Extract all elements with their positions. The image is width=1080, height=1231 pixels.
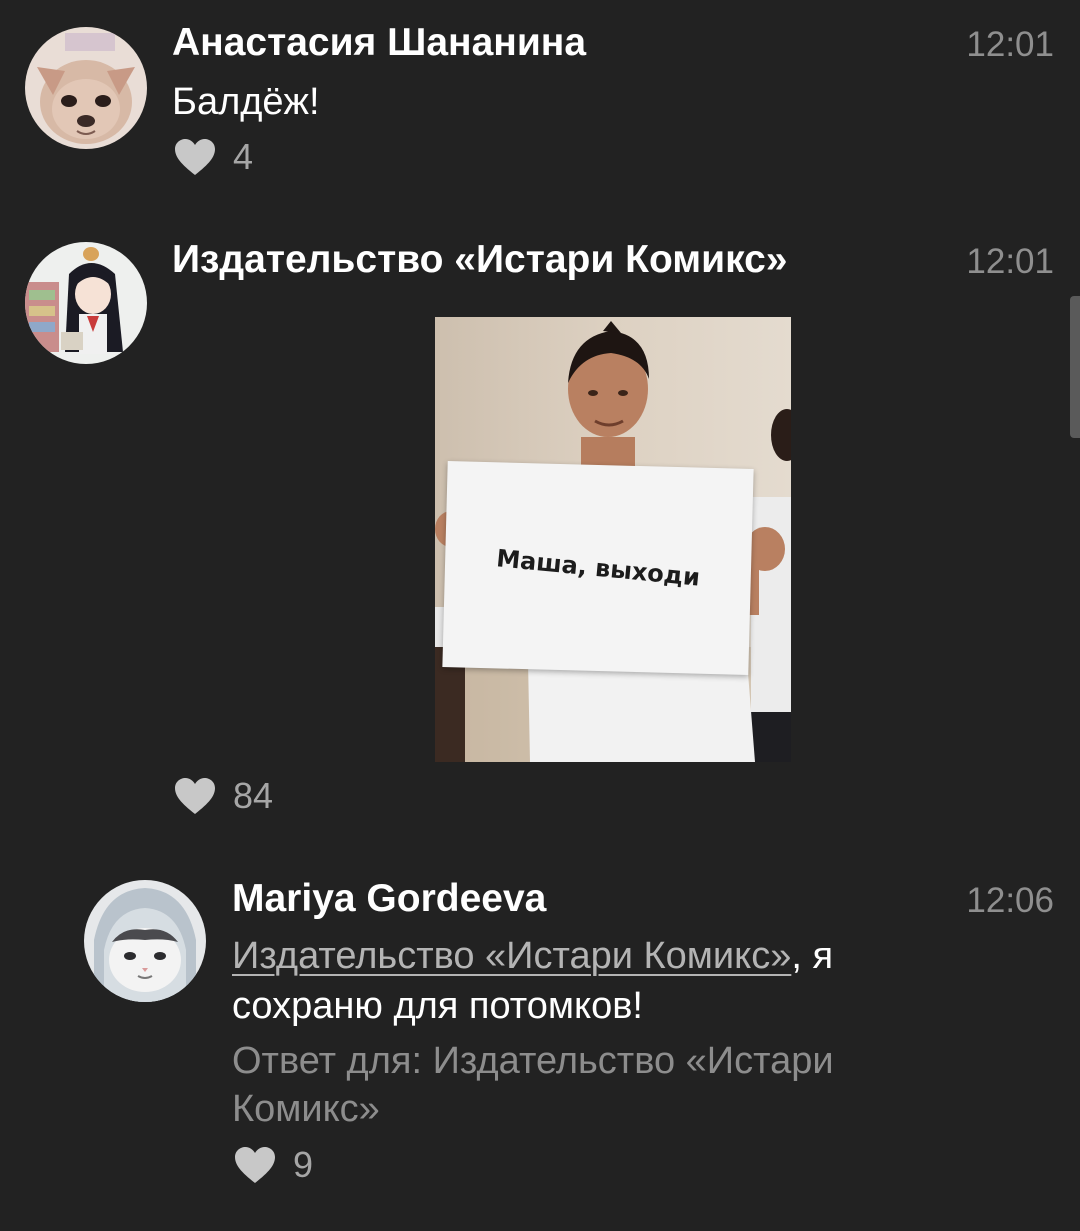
reply-to-label[interactable]: Ответ для: Издательство «Истари Комикс» [232,1037,834,1133]
reply-to-line: Комикс» [232,1088,380,1130]
comment-text-line: сохраню для потомков! [232,985,643,1027]
comment-author[interactable]: Mariya Gordeeva [232,876,546,922]
comment-time: 12:06 [966,881,1054,920]
comment-reply: Mariya Gordeeva 12:06 Издательство «Иста… [0,0,1080,1231]
like-count: 9 [293,1144,314,1185]
reply-to-line: Ответ для: Издательство «Истари [232,1040,834,1082]
comment-text: Издательство «Истари Комикс», я [232,931,833,981]
comment-text-part: , я [791,935,834,977]
avatar[interactable] [84,880,206,1002]
like-button[interactable]: 9 [233,1142,313,1188]
mention-link[interactable]: Издательство «Истари Комикс» [232,935,791,977]
heart-icon [235,1147,275,1183]
cat-avatar-image [84,880,206,1002]
scrollbar[interactable] [1070,296,1080,438]
